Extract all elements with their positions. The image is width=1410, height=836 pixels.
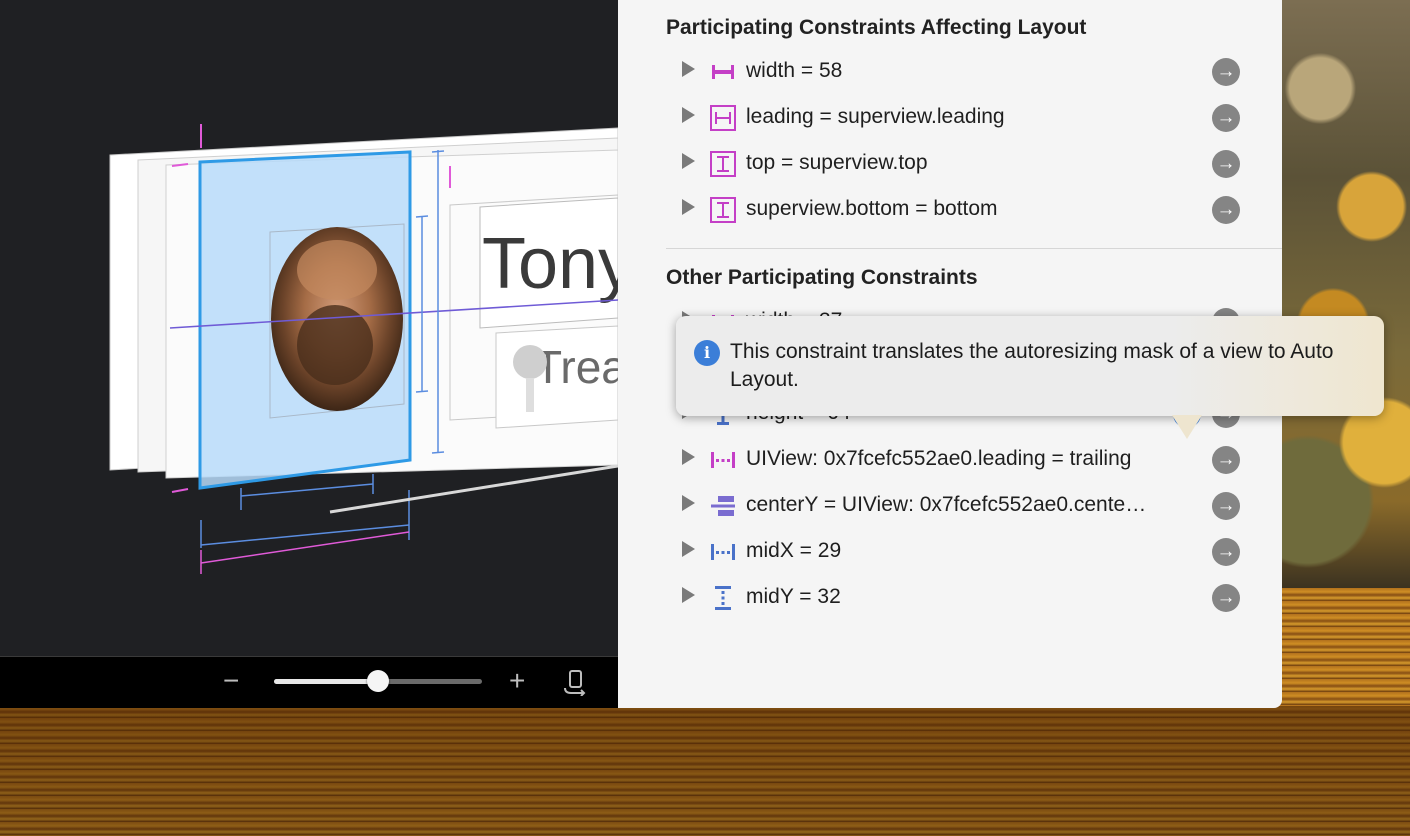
info-popover: i This constraint translates the autores… <box>676 316 1384 416</box>
bottom-constraint-icon <box>710 197 736 223</box>
constraint-label: top = superview.top <box>746 151 928 174</box>
section-divider <box>666 248 1282 249</box>
constraint-row[interactable]: centerY = UIView: 0x7fcefc552ae0.cente… → <box>618 486 1282 526</box>
disclosure-triangle-icon[interactable] <box>682 153 695 169</box>
leading-constraint-icon <box>710 105 736 131</box>
constraint-label: UIView: 0x7fcefc552ae0.leading = trailin… <box>746 447 1132 470</box>
zoom-in-button[interactable]: + <box>509 667 525 695</box>
constraint-row[interactable]: superview.bottom = bottom → <box>618 190 1282 230</box>
wallpaper-hillside <box>1282 0 1410 590</box>
zoom-out-button[interactable]: − <box>223 667 239 695</box>
disclosure-triangle-icon[interactable] <box>682 107 695 123</box>
go-to-constraint-arrow-icon[interactable]: → <box>1212 584 1240 612</box>
image-width-guide <box>240 483 374 497</box>
image-height-cap-bottom <box>415 390 429 393</box>
section-title-other: Other Participating Constraints <box>666 266 978 289</box>
height-guide-cap-top <box>431 150 445 153</box>
go-to-constraint-arrow-icon[interactable]: → <box>1212 196 1240 224</box>
bottom-guide-tick <box>171 488 189 493</box>
popover-text: This constraint translates the autoresiz… <box>730 340 1334 391</box>
orientation-icon[interactable] <box>562 668 588 697</box>
zoom-slider-knob[interactable] <box>367 670 389 692</box>
midx-constraint-icon <box>710 539 736 565</box>
width-guide-blue <box>200 524 410 546</box>
wallpaper-lake-shade <box>0 706 1410 836</box>
constraint-label: superview.bottom = bottom <box>746 197 998 220</box>
constraint-row[interactable]: midY = 32 → <box>618 578 1282 618</box>
subtitle-label-text: Trea <box>534 341 618 393</box>
avatar-face <box>297 240 377 300</box>
popover-arrow <box>1172 415 1202 439</box>
height-guide-cap-bottom <box>431 451 445 454</box>
go-to-constraint-arrow-icon[interactable]: → <box>1212 492 1240 520</box>
go-to-constraint-arrow-icon[interactable]: → <box>1212 150 1240 178</box>
disclosure-triangle-icon[interactable] <box>682 587 695 603</box>
info-icon: i <box>694 340 720 366</box>
disclosure-triangle-icon[interactable] <box>682 449 695 465</box>
disclosure-triangle-icon[interactable] <box>682 541 695 557</box>
spacing-constraint-icon <box>710 447 736 473</box>
constraint-row[interactable]: midX = 29 → <box>618 532 1282 572</box>
disclosure-triangle-icon[interactable] <box>682 61 695 77</box>
constraint-label: width = 58 <box>746 59 843 82</box>
disclosure-triangle-icon[interactable] <box>682 199 695 215</box>
zoom-slider-fill <box>274 679 378 684</box>
go-to-constraint-arrow-icon[interactable]: → <box>1212 104 1240 132</box>
view-debugger-canvas[interactable]: Tony Trea <box>0 0 618 656</box>
top-constraint-icon <box>710 151 736 177</box>
exploded-view-hierarchy[interactable]: Tony Trea <box>0 0 618 656</box>
constraint-label: leading = superview.leading <box>746 105 1005 128</box>
section-title-affecting: Participating Constraints Affecting Layo… <box>666 16 1087 39</box>
constraint-label: midY = 32 <box>746 585 841 608</box>
constraint-row[interactable]: UIView: 0x7fcefc552ae0.leading = trailin… <box>618 440 1282 480</box>
constraint-row[interactable]: top = superview.top → <box>618 144 1282 184</box>
go-to-constraint-arrow-icon[interactable]: → <box>1212 446 1240 474</box>
zoom-slider[interactable] <box>274 670 482 692</box>
disclosure-triangle-icon[interactable] <box>682 495 695 511</box>
centery-constraint-icon <box>710 493 736 519</box>
width-constraint-icon <box>710 59 736 85</box>
midy-constraint-icon <box>710 585 736 611</box>
pin-icon <box>513 345 547 379</box>
go-to-constraint-arrow-icon[interactable]: → <box>1212 538 1240 566</box>
image-height-cap-top <box>415 215 429 218</box>
width-guide-magenta <box>200 531 410 564</box>
go-to-constraint-arrow-icon[interactable]: → <box>1212 58 1240 86</box>
constraint-row[interactable]: width = 58 → <box>618 52 1282 92</box>
constraint-row[interactable]: leading = superview.leading → <box>618 98 1282 138</box>
constraint-label: midX = 29 <box>746 539 842 562</box>
pin-stem <box>526 378 534 412</box>
name-label-text: Tony <box>482 224 618 304</box>
constraint-label: centerY = UIView: 0x7fcefc552ae0.cente… <box>746 493 1147 516</box>
